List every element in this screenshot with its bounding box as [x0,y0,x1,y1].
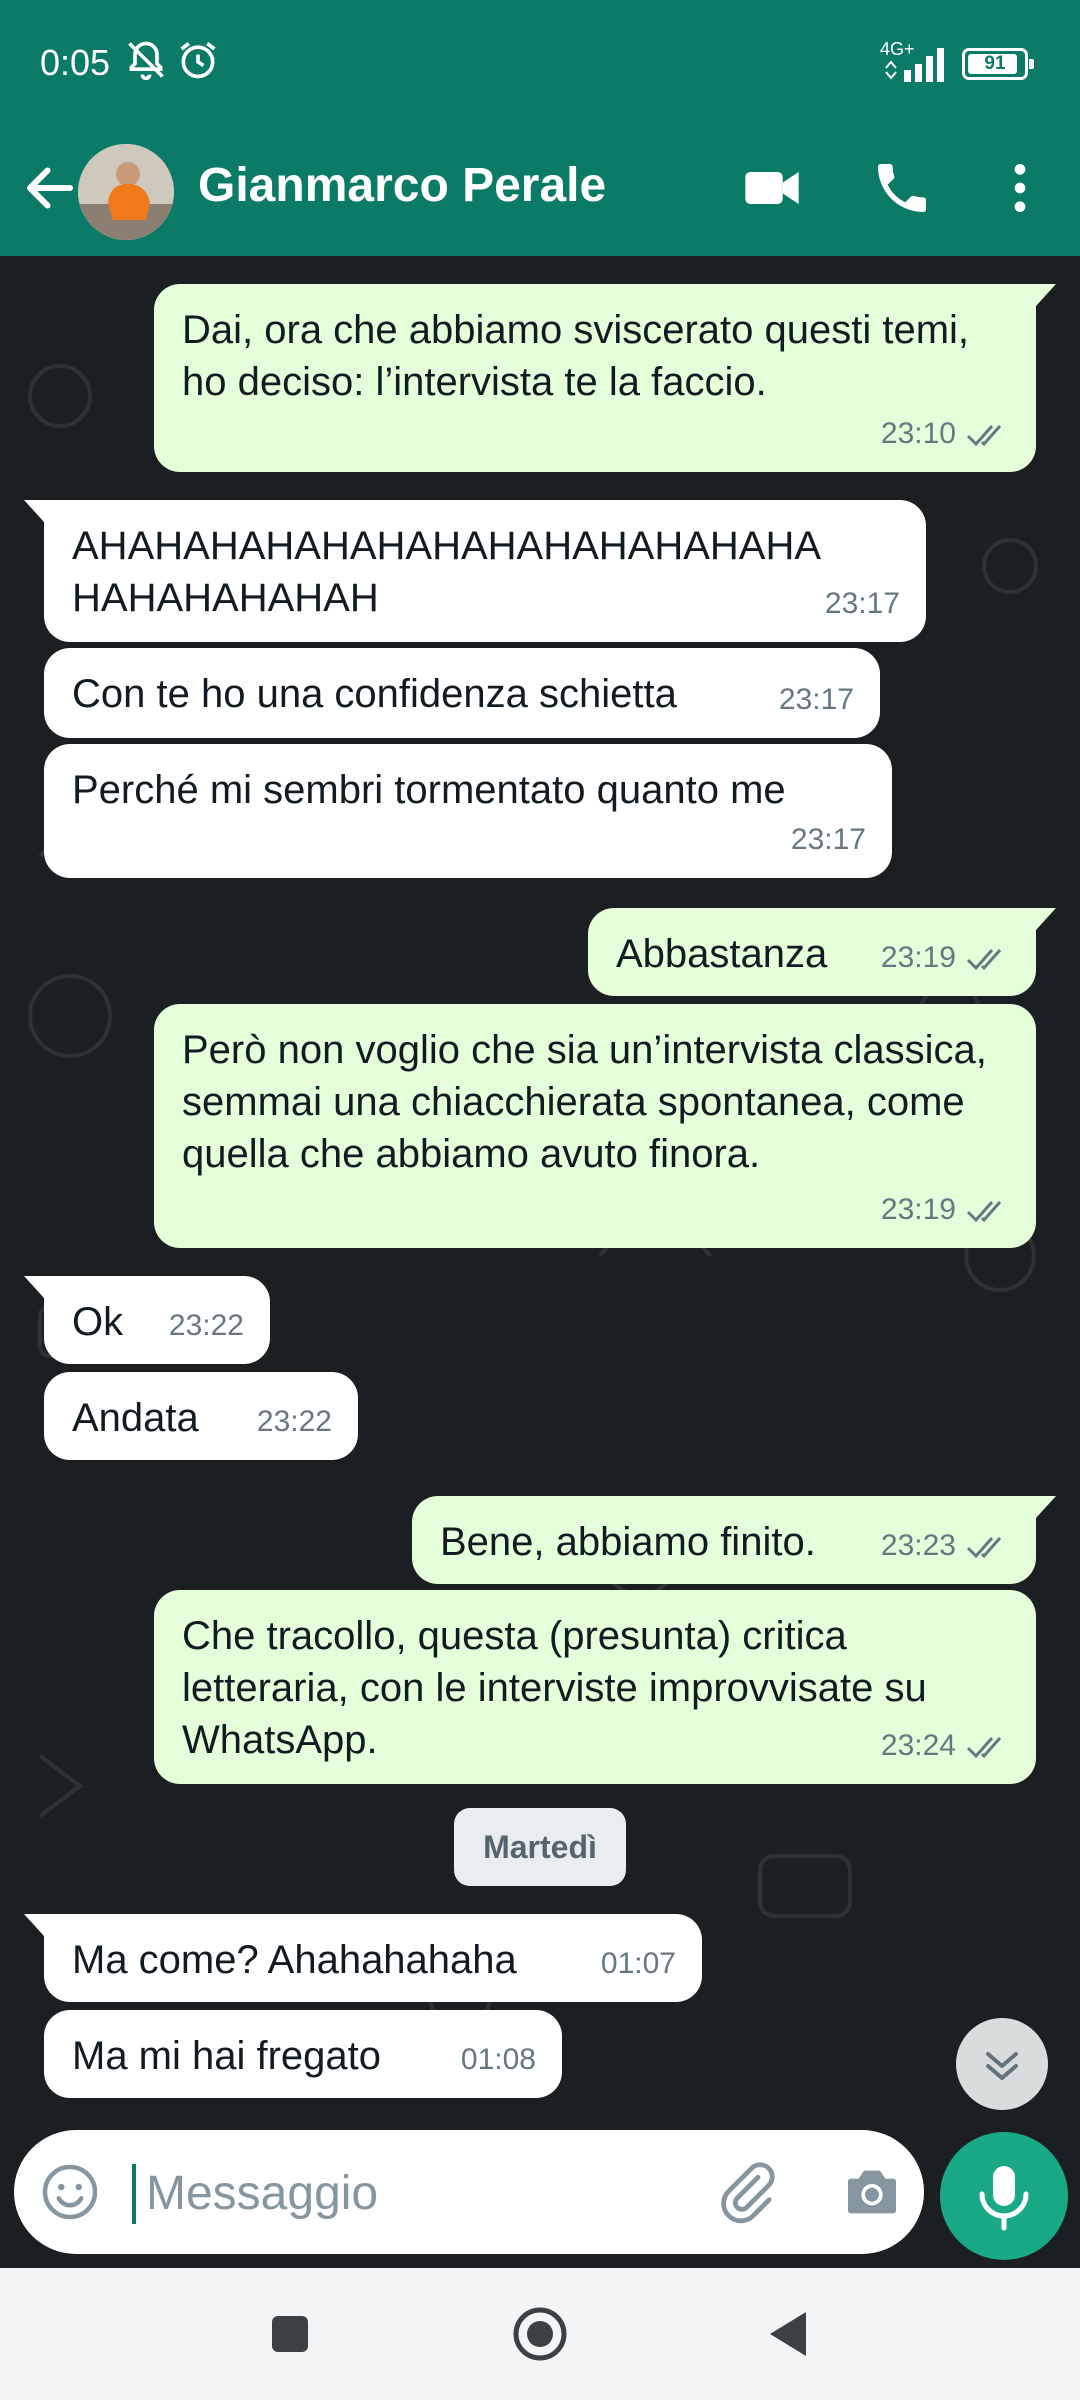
nav-recents-icon[interactable] [260,2304,320,2364]
battery-percent: 91 [984,53,1006,74]
back-arrow-icon[interactable] [20,158,80,218]
message-time: 23:17 [824,587,900,620]
camera-icon[interactable] [840,2160,904,2224]
message-time: 23:22 [168,1309,244,1342]
message-time: 23:17 [778,683,854,716]
do-not-disturb-icon [128,41,164,81]
message-incoming[interactable]: Andata 23:22 [44,1372,358,1460]
message-meta: 23:10 [881,408,1010,460]
message-outgoing[interactable]: Dai, ora che abbiamo sviscerato questi t… [154,284,1056,472]
attach-icon[interactable] [714,2160,778,2224]
read-ticks-icon [966,425,1002,447]
emoji-icon[interactable] [40,2162,100,2222]
avatar-photo [78,144,174,240]
more-vert-icon[interactable] [988,156,1052,220]
message-time: 23:23 [880,1529,956,1562]
day-separator: Martedì [454,1808,626,1886]
read-ticks-icon [966,1537,1002,1559]
message-time: 01:08 [460,2043,536,2076]
message-text: Dai, ora che abbiamo sviscerato questi t… [182,308,981,404]
message-incoming[interactable]: AHAHAHAHAHAHAHAHAHAHAHAHAHA HAHAHAHAHAH … [24,500,926,642]
avatar[interactable] [78,144,174,240]
contact-name[interactable]: Gianmarco Perale [198,158,606,213]
message-text: Con te ho una confidenza schietta [72,672,677,716]
message-time: 23:19 [880,941,956,974]
message-meta: 23:23 [881,1520,1010,1572]
message-outgoing[interactable]: Che tracollo, questa (presunta) critica … [154,1590,1036,1784]
message-meta: 23:19 [881,1184,1010,1236]
message-text: Ma come? Ahahahahaha [72,1938,517,1982]
message-incoming[interactable]: Ma come? Ahahahahaha 01:07 [24,1914,702,2002]
message-composer [14,2130,924,2254]
message-time: 23:19 [880,1193,956,1226]
message-input[interactable] [144,2156,688,2230]
message-outgoing[interactable]: Abbastanza 23:19 [588,908,1056,996]
message-time: 01:07 [600,1947,676,1980]
message-text: AHAHAHAHAHAHAHAHAHAHAHAHAHA HAHAHAHAHAH [72,524,830,620]
message-time: 23:17 [790,823,866,856]
message-outgoing[interactable]: Però non voglio che sia un’intervista cl… [154,1004,1036,1248]
message-outgoing[interactable]: Bene, abbiamo finito. 23:23 [412,1496,1056,1584]
message-meta: 23:24 [881,1720,1010,1772]
nav-home-icon[interactable] [510,2304,570,2364]
read-ticks-icon [966,1201,1002,1223]
mic-icon [979,2166,1029,2231]
scroll-down-button[interactable] [956,2018,1048,2110]
message-incoming[interactable]: Ma mi hai fregato 01:08 [44,2010,562,2098]
chat-area[interactable]: Dai, ora che abbiamo sviscerato questi t… [0,256,1080,2124]
message-incoming[interactable]: Con te ho una confidenza schietta 23:17 [44,648,880,738]
chat-header: Gianmarco Perale [0,128,1080,256]
nav-back-icon[interactable] [760,2304,820,2364]
message-incoming[interactable]: Perché mi sembri tormentato quanto me 23… [44,744,892,878]
message-time: 23:22 [256,1405,332,1438]
message-time: 23:10 [880,417,956,450]
message-text: Però non voglio che sia un’intervista cl… [182,1028,998,1176]
video-call-icon[interactable] [740,156,804,220]
message-text: Perché mi sembri tormentato quanto me [72,768,786,812]
signal-icon [885,48,944,82]
message-incoming[interactable]: Ok 23:22 [24,1276,270,1364]
voice-message-button[interactable] [940,2132,1068,2260]
message-time: 23:24 [880,1729,956,1762]
scroll-down-icon [986,2052,1018,2080]
read-ticks-icon [966,1737,1002,1759]
message-meta: 23:19 [881,932,1010,984]
battery-indicator: 91 [962,48,1034,80]
system-nav-bar [0,2268,1080,2400]
status-time: 0:05 [40,42,111,83]
phone-icon[interactable] [870,156,934,220]
status-bar: 0:05 4G+ 91 [0,0,1080,128]
top-bar: 0:05 4G+ 91 Gianmarco Perale [0,0,1080,256]
text-caret [132,2164,136,2224]
read-ticks-icon [966,949,1002,971]
alarm-icon [180,42,216,79]
